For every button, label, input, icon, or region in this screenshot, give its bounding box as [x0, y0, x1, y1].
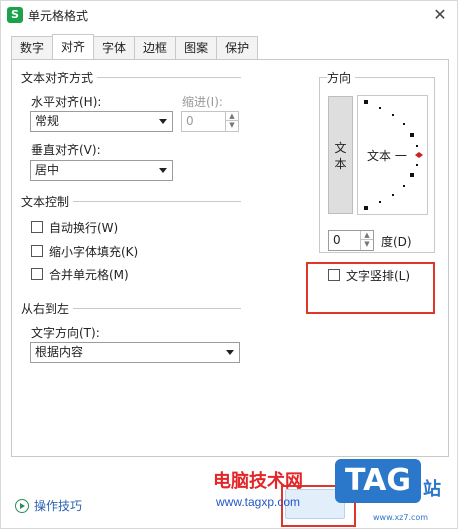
indent-spin-buttons[interactable]: ▲ ▼: [225, 112, 238, 131]
dial-dot: [379, 201, 381, 203]
chevron-down-icon: [159, 119, 167, 124]
spin-down-icon[interactable]: ▼: [226, 121, 238, 130]
title-bar: S 单元格格式 ✕: [1, 1, 457, 29]
watermark-site-name: 电脑技术网: [213, 471, 303, 492]
dial-dot: [403, 123, 405, 125]
watermark-suffix: 站: [423, 479, 441, 500]
watermark-tag-logo: TAG: [335, 459, 421, 503]
tab-alignment[interactable]: 对齐: [52, 34, 95, 59]
wps-spreadsheet-icon: S: [7, 7, 23, 23]
tips-label: 操作技巧: [34, 499, 83, 513]
dial-text: 文本 一: [367, 149, 407, 163]
vertical-char-1: 文: [334, 141, 347, 155]
tips-link[interactable]: 操作技巧: [15, 497, 82, 514]
merge-cells-option[interactable]: 合并单元格(M): [31, 266, 129, 282]
vertical-text-button[interactable]: 文 本: [328, 96, 353, 214]
spin-up-icon[interactable]: ▲: [361, 231, 373, 240]
dial-mark: [410, 133, 414, 137]
rtl-title: 从右到左: [21, 300, 74, 317]
dial-dot: [392, 114, 394, 116]
dial-dot: [392, 194, 394, 196]
shrink-to-fit-option[interactable]: 缩小字体填充(K): [31, 243, 138, 259]
close-button[interactable]: ✕: [429, 4, 451, 26]
chevron-down-icon: [159, 168, 167, 173]
dial-dot: [379, 107, 381, 109]
horizontal-align-value: 常规: [35, 114, 60, 128]
vertical-align-value: 居中: [35, 163, 60, 177]
tab-border[interactable]: 边框: [134, 36, 177, 59]
tab-font[interactable]: 字体: [93, 36, 136, 59]
text-direction-label: 文字方向(T):: [31, 326, 100, 340]
format-cells-dialog: S 单元格格式 ✕ 数字 对齐 字体 边框 图案 保护 文本对齐方式 水平对齐(…: [0, 0, 458, 529]
dial-dot: [416, 164, 418, 166]
text-direction-select[interactable]: 根据内容: [30, 342, 240, 363]
degree-spin-buttons[interactable]: ▲ ▼: [360, 231, 373, 250]
shrink-to-fit-label: 缩小字体填充(K): [49, 244, 139, 259]
dial-mark: [410, 173, 414, 177]
spin-down-icon[interactable]: ▼: [361, 240, 373, 249]
tab-number[interactable]: 数字: [11, 36, 54, 59]
merge-cells-label: 合并单元格(M): [49, 267, 129, 282]
tab-protection[interactable]: 保护: [216, 36, 259, 59]
horizontal-align-label: 水平对齐(H):: [31, 95, 102, 109]
merge-cells-checkbox[interactable]: [31, 268, 43, 280]
degree-stepper[interactable]: 0 ▲ ▼: [328, 230, 374, 251]
degree-value: 0: [333, 233, 341, 247]
vertical-char-2: 本: [334, 157, 347, 171]
vertical-align-select[interactable]: 居中: [30, 160, 173, 181]
play-circle-icon: [15, 498, 29, 513]
watermark-en: www.xz7.com: [373, 513, 429, 522]
shrink-to-fit-checkbox[interactable]: [31, 245, 43, 257]
tab-pattern[interactable]: 图案: [175, 36, 218, 59]
watermark-url: www.tagxp.com: [216, 495, 301, 509]
indent-stepper[interactable]: 0 ▲ ▼: [181, 111, 239, 132]
tab-bar: 数字 对齐 字体 边框 图案 保护: [11, 34, 259, 60]
text-direction-value: 根据内容: [35, 345, 84, 359]
wrap-text-checkbox[interactable]: [31, 221, 43, 233]
text-control-title: 文本控制: [21, 193, 74, 210]
dial-dot: [416, 145, 418, 147]
indent-value: 0: [186, 114, 194, 128]
dial-dot: [403, 185, 405, 187]
wrap-text-label: 自动换行(W): [49, 220, 119, 235]
chevron-down-icon: [226, 350, 234, 355]
alignment-group-title: 文本对齐方式: [21, 69, 98, 86]
horizontal-align-select[interactable]: 常规: [30, 111, 173, 132]
dial-handle-icon[interactable]: [415, 152, 423, 158]
degree-label: 度(D): [381, 235, 412, 249]
dial-mark-bottom: [364, 206, 368, 210]
spin-up-icon[interactable]: ▲: [226, 112, 238, 121]
indent-label: 缩进(I):: [182, 95, 223, 109]
annotation-highlight-vertical-text: [306, 262, 435, 314]
orientation-title: 方向: [327, 69, 356, 86]
wrap-text-option[interactable]: 自动换行(W): [31, 219, 118, 235]
dialog-title: 单元格格式: [28, 9, 89, 23]
dial-mark-top: [364, 100, 368, 104]
vertical-align-label: 垂直对齐(V):: [31, 143, 101, 157]
